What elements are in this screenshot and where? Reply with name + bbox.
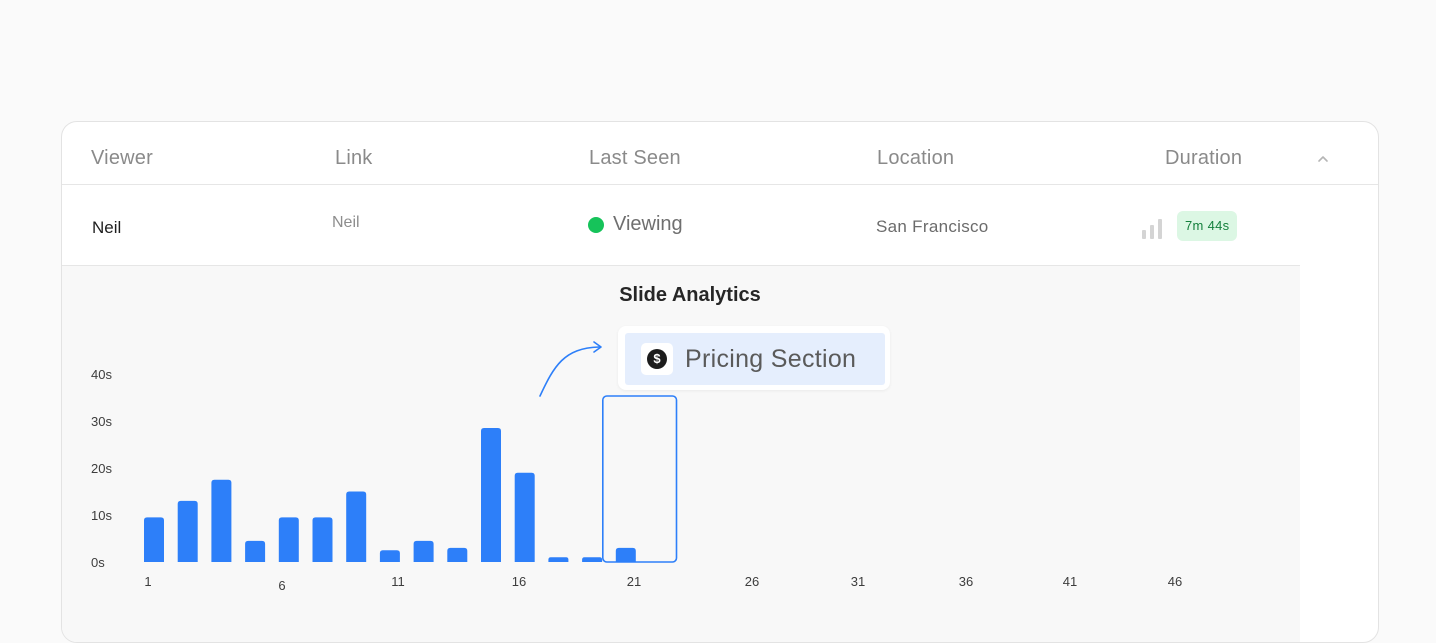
chart-bar: [514, 472, 535, 562]
callout-card[interactable]: $ Pricing Section: [618, 326, 890, 390]
x-tick-label: 6: [278, 578, 285, 593]
chart-bar: [278, 517, 299, 562]
header-last-seen[interactable]: Last Seen: [589, 147, 681, 170]
y-tick-label: 30s: [91, 414, 112, 429]
header-viewer[interactable]: Viewer: [91, 147, 153, 170]
header-location[interactable]: Location: [877, 147, 954, 170]
y-tick-label: 10s: [91, 508, 112, 523]
x-tick-label: 11: [391, 574, 405, 589]
chevron-up-icon[interactable]: [1316, 152, 1330, 166]
chart-bar: [413, 540, 434, 562]
chart-bar: [211, 479, 232, 562]
visits-card: Viewer Link Last Seen Location Duration …: [61, 121, 1379, 643]
status: Viewing: [588, 213, 683, 236]
viewer-name: Neil: [92, 218, 122, 237]
chart-bar: [346, 491, 367, 562]
x-tick-label: 21: [627, 574, 641, 589]
chart-bar: [548, 557, 569, 562]
link-name: Neil: [332, 214, 360, 231]
callout-connector: [539, 346, 600, 397]
header-duration[interactable]: Duration: [1165, 147, 1242, 170]
x-tick-label: 1: [144, 574, 151, 589]
chart-bar: [144, 517, 164, 562]
duration-badge: 7m 44s: [1177, 211, 1238, 241]
highlight-box: [601, 395, 678, 563]
callout-label: Pricing Section: [685, 344, 857, 373]
chart-bar: [582, 557, 603, 562]
header-link[interactable]: Link: [335, 147, 373, 170]
x-tick-label: 46: [1168, 574, 1182, 589]
chart-bar: [615, 547, 636, 562]
slide-analytics-chart: 0s10s20s30s40s1 6 11 16 21 26 31 36 41 46: [91, 341, 1182, 593]
x-tick-label: 26: [745, 574, 759, 589]
x-tick-label: 36: [959, 574, 973, 589]
callout-highlight: $ Pricing Section: [625, 333, 885, 385]
slide-analytics-panel: Slide Analytics 0s 10s 20s 30s 40s 1 6 11 16 21 26…: [62, 265, 1300, 642]
table-row[interactable]: Neil Neil Viewing San Francisco 7m 44s: [62, 185, 1378, 264]
status-dot-icon: [588, 216, 604, 233]
chart-bar: [312, 517, 333, 562]
y-tick-label: 40s: [91, 367, 112, 382]
location: San Francisco: [876, 217, 989, 236]
chart-bar: [177, 500, 198, 562]
x-tick-label: 31: [851, 574, 865, 589]
chart-bar: [481, 428, 501, 562]
chart-bar: [245, 540, 266, 562]
y-tick-label: 20s: [91, 461, 112, 476]
callout-icon-box: $: [641, 343, 673, 375]
signal-bars-icon: [1142, 219, 1162, 239]
chart-bar: [447, 547, 468, 562]
status-text: Viewing: [613, 213, 683, 235]
y-tick-label: 0s: [91, 555, 105, 570]
x-tick-label: 16: [512, 574, 526, 589]
table-header: Viewer Link Last Seen Location Duration: [62, 122, 1378, 185]
chart-bar: [379, 550, 400, 562]
x-tick-label: 41: [1063, 574, 1077, 589]
dollar-circle-icon: $: [647, 349, 667, 369]
